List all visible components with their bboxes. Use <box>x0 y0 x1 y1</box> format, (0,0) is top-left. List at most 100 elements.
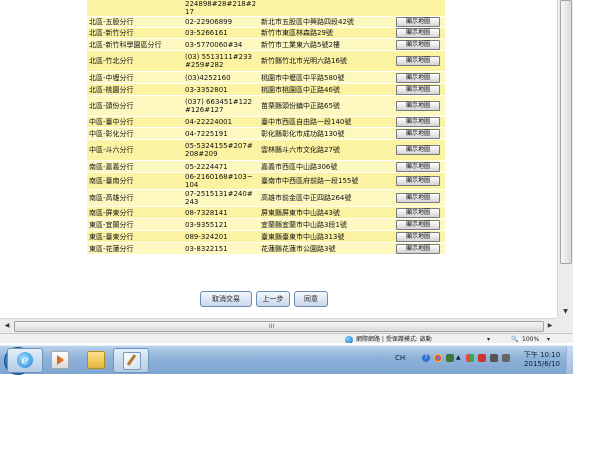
antivirus-icon[interactable] <box>478 354 486 362</box>
branch-address-cell: 花蓮縣花蓮市公園路3號 <box>259 242 391 255</box>
zoom-dropdown-icon[interactable]: ▾ <box>547 335 550 343</box>
show-map-button[interactable]: 顯示地圖 <box>396 17 440 27</box>
taskbar-internet-explorer[interactable]: e <box>7 348 43 373</box>
table-row: 南區-屏東分行 08-7328141 屏東縣屏東市中山路43號 顯示地圖 <box>87 206 445 219</box>
branch-button-cell: 顯示地圖 <box>391 27 445 39</box>
table-row: 北區-新竹科學園區分行 03-5770060#34 新竹市工業東六路5號2樓 顯示地圖 <box>87 38 445 51</box>
play-icon <box>57 355 64 365</box>
branch-button-cell: 顯示地圖 <box>391 50 445 72</box>
branch-name-cell: 北區-桃園分行 <box>87 83 183 96</box>
branch-address-cell: 新竹市東區林森路29號 <box>259 27 391 39</box>
chevron-down-icon[interactable]: ▾ <box>487 335 490 343</box>
show-map-button[interactable]: 顯示地圖 <box>396 145 440 155</box>
zoom-level[interactable]: 100% <box>522 335 539 343</box>
branch-name-cell: 北區-新竹科學園區分行 <box>87 38 183 51</box>
internet-explorer-icon: e <box>17 352 33 368</box>
branch-phone-cell: 089-324201 <box>183 230 259 243</box>
branch-phone-cell: (03) 5513111#233#259#282 <box>183 50 259 72</box>
table-row: 北區-新竹分行 03-5266161 新竹市東區林森路29號 顯示地圖 <box>87 27 445 39</box>
branch-phone-cell: (037) 663451#122#126#127 <box>183 95 259 117</box>
show-map-button[interactable]: 顯示地圖 <box>396 84 440 95</box>
branch-name-cell: 東區-臺東分行 <box>87 230 183 243</box>
show-map-button[interactable]: 顯示地圖 <box>396 219 440 230</box>
clock-time[interactable]: 下午 10:10 <box>517 351 567 360</box>
horizontal-scrollbar-thumb[interactable]: III <box>14 321 544 332</box>
branch-button-cell: 顯示地圖 <box>391 218 445 231</box>
branch-address-cell: 桃園市中壢區中平路580號 <box>259 71 391 84</box>
taskbar-paint[interactable] <box>113 348 149 373</box>
globe-icon <box>345 336 353 343</box>
branch-button-cell: 顯示地圖 <box>391 206 445 219</box>
show-map-button[interactable]: 顯示地圖 <box>396 72 440 83</box>
show-map-button[interactable]: 顯示地圖 <box>396 193 440 203</box>
branch-phone-cell: 04-22224001 <box>183 116 259 128</box>
table-row: 東區-臺東分行 089-324201 臺東縣臺東市中山路313號 顯示地圖 <box>87 230 445 243</box>
action-bar: 取消交易 上一步 同意 <box>200 291 340 309</box>
network-icon[interactable] <box>490 354 498 362</box>
branch-address-cell: 屏東縣屏東市中山路43號 <box>259 206 391 219</box>
speaker-icon[interactable] <box>502 354 510 362</box>
table-row: 北區-五股分行 02-22906899 新北市五股區中興路四段42號 顯示地圖 <box>87 16 445 28</box>
branch-button-cell: 顯示地圖 <box>391 242 445 255</box>
branch-table-container: 224898#28#218#217 北區-五股分行 02-22906899 新北市五… <box>87 0 445 255</box>
shield-icon[interactable] <box>446 354 454 362</box>
branch-address-cell: 雲林縣斗六市文化路27號 <box>259 139 391 161</box>
branch-button-cell: 顯示地圖 <box>391 116 445 128</box>
branch-phone-cell: 05-2224471 <box>183 160 259 173</box>
table-row: 東區-宜蘭分行 03-9355121 宜蘭縣宜蘭市中山路3段1號 顯示地圖 <box>87 218 445 231</box>
branch-button-cell: 顯示地圖 <box>391 139 445 161</box>
show-map-button[interactable]: 顯示地圖 <box>396 28 440 38</box>
branch-name-cell: 北區-新竹分行 <box>87 27 183 39</box>
table-row: 中區-臺中分行 04-22224001 臺中市西區自由路一段140號 顯示地圖 <box>87 116 445 128</box>
clock-date[interactable]: 2015/6/10 <box>517 360 567 369</box>
vertical-scrollbar-thumb[interactable] <box>560 0 572 264</box>
show-map-button[interactable]: 顯示地圖 <box>396 161 440 172</box>
branch-button-cell: 顯示地圖 <box>391 230 445 243</box>
branch-name-cell: 南區-嘉義分行 <box>87 160 183 173</box>
agree-button[interactable]: 同意 <box>294 291 328 307</box>
vertical-scrollbar[interactable]: ▼ <box>557 0 573 318</box>
branch-address-cell: 宜蘭縣宜蘭市中山路3段1號 <box>259 218 391 231</box>
branch-name-cell: 中區-彰化分行 <box>87 127 183 140</box>
input-language-indicator[interactable]: CH <box>395 354 405 362</box>
horizontal-scrollbar[interactable]: ◀ III ▶ <box>0 318 557 333</box>
show-desktop-button[interactable] <box>566 346 573 374</box>
action-center-flag-icon[interactable] <box>466 354 474 362</box>
branch-address-cell: 臺南市中西區府前路一段155號 <box>259 172 391 190</box>
branch-phone-cell: 03-3352801 <box>183 83 259 96</box>
page-content: 224898#28#218#217 北區-五股分行 02-22906899 新北市五… <box>0 0 557 318</box>
show-map-button[interactable]: 顯示地圖 <box>396 207 440 218</box>
show-map-button[interactable]: 顯示地圖 <box>396 56 440 66</box>
taskbar-media-player[interactable] <box>42 348 76 371</box>
previous-step-button[interactable]: 上一步 <box>256 291 290 307</box>
branch-name-cell: 中區-臺中分行 <box>87 116 183 128</box>
show-map-button[interactable]: 顯示地圖 <box>396 117 440 127</box>
help-icon[interactable]: ? <box>422 354 430 362</box>
table-row: 北區-頭份分行 (037) 663451#122#126#127 苗栗縣頭份鎮中正路… <box>87 95 445 117</box>
table-row: 北區-中壢分行 (03)4252160 桃園市中壢區中平路580號 顯示地圖 <box>87 71 445 84</box>
show-map-button[interactable]: 顯示地圖 <box>396 39 440 50</box>
show-map-button[interactable]: 顯示地圖 <box>396 176 440 186</box>
table-row: 東區-花蓮分行 03-8322151 花蓮縣花蓮市公園路3號 顯示地圖 <box>87 242 445 255</box>
magnifier-icon[interactable]: 🔍 <box>511 335 518 343</box>
table-row: 中區-斗六分行 05-5324155#207#208#209 雲林縣斗六市文化路27… <box>87 139 445 161</box>
show-map-button[interactable]: 顯示地圖 <box>396 101 440 111</box>
show-map-button[interactable]: 顯示地圖 <box>396 128 440 139</box>
branch-phone-cell: (03)4252160 <box>183 71 259 84</box>
show-hidden-icons-icon[interactable]: ▲ <box>456 354 464 362</box>
taskbar: e CH ? ▲ 下午 10:10 2015/6/10 <box>0 345 573 375</box>
table-row: 中區-彰化分行 04-7225191 彰化縣彰化市成功路130號 顯示地圖 <box>87 127 445 140</box>
cancel-transaction-button[interactable]: 取消交易 <box>200 291 252 307</box>
security-zone-label[interactable]: 網際網路 | 受保護模式: 啟動 <box>356 335 432 343</box>
branch-name-cell: 東區-花蓮分行 <box>87 242 183 255</box>
chrome-icon[interactable] <box>434 354 442 362</box>
branch-address-cell: 高雄市前金區中正四路264號 <box>259 189 391 207</box>
scroll-left-arrow-icon[interactable]: ◀ <box>1 320 13 332</box>
show-map-button[interactable]: 顯示地圖 <box>396 231 440 242</box>
scroll-right-arrow-icon[interactable]: ▶ <box>544 320 556 332</box>
table-row: 南區-嘉義分行 05-2224471 嘉義市西區中山路306號 顯示地圖 <box>87 160 445 173</box>
branch-address-cell: 新北市五股區中興路四段42號 <box>259 16 391 28</box>
taskbar-file-explorer[interactable] <box>78 348 112 371</box>
scroll-down-arrow-icon[interactable]: ▼ <box>560 306 571 317</box>
show-map-button[interactable]: 顯示地圖 <box>396 243 440 254</box>
